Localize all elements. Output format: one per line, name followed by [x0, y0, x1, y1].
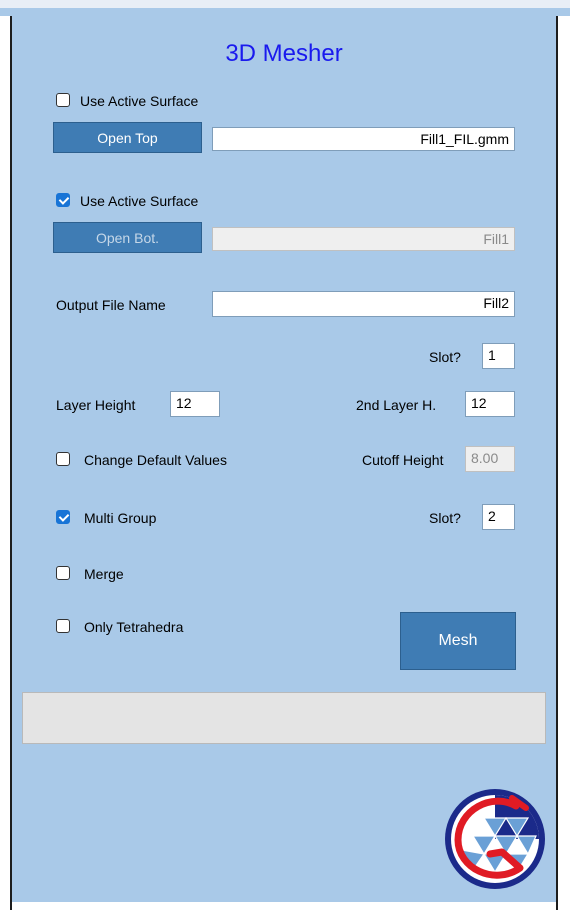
cutoff-height-label: Cutoff Height	[362, 452, 444, 468]
status-bar	[22, 692, 546, 744]
layer-height-label: Layer Height	[56, 397, 136, 413]
only-tetrahedra-checkbox[interactable]	[56, 619, 70, 633]
multi-group-slot-field[interactable]: 2	[482, 504, 515, 530]
mesher-window: 3D Mesher Use Active Surface Open Top Fi…	[0, 0, 570, 910]
merge-label: Merge	[84, 566, 124, 582]
multi-group-slot-label: Slot?	[429, 510, 461, 526]
output-file-name-label: Output File Name	[56, 297, 166, 313]
window-left-border	[10, 16, 12, 910]
window-right-edge	[558, 16, 570, 910]
second-layer-height-label: 2nd Layer H.	[356, 397, 437, 413]
mesh-button[interactable]: Mesh	[400, 612, 516, 670]
top-use-active-surface-label: Use Active Surface	[80, 93, 199, 109]
multi-group-label: Multi Group	[84, 510, 157, 526]
second-layer-height-field[interactable]: 12	[465, 391, 515, 417]
cutoff-height-field[interactable]: 8.00	[465, 446, 515, 472]
merge-checkbox[interactable]	[56, 566, 70, 580]
change-default-values-checkbox[interactable]	[56, 452, 70, 466]
output-slot-label: Slot?	[429, 349, 461, 365]
page-title: 3D Mesher	[225, 40, 343, 67]
multi-group-checkbox[interactable]	[56, 510, 70, 524]
bottom-use-active-surface-label: Use Active Surface	[80, 193, 199, 209]
window-left-edge	[0, 16, 10, 910]
bottom-use-active-surface-checkbox[interactable]	[56, 193, 70, 207]
layer-height-field[interactable]: 12	[170, 391, 220, 417]
top-use-active-surface-checkbox[interactable]	[56, 93, 70, 107]
open-bottom-button[interactable]: Open Bot.	[53, 222, 202, 253]
open-top-button[interactable]: Open Top	[53, 122, 202, 153]
top-file-field[interactable]: Fill1_FIL.gmm	[212, 127, 515, 151]
bottom-file-field[interactable]: Fill1	[212, 227, 515, 251]
only-tetrahedra-label: Only Tetrahedra	[84, 619, 184, 635]
change-default-values-label: Change Default Values	[84, 452, 227, 468]
output-slot-field[interactable]: 1	[482, 343, 515, 369]
output-file-name-field[interactable]: Fill2	[212, 291, 515, 317]
app-logo-icon	[445, 789, 545, 889]
